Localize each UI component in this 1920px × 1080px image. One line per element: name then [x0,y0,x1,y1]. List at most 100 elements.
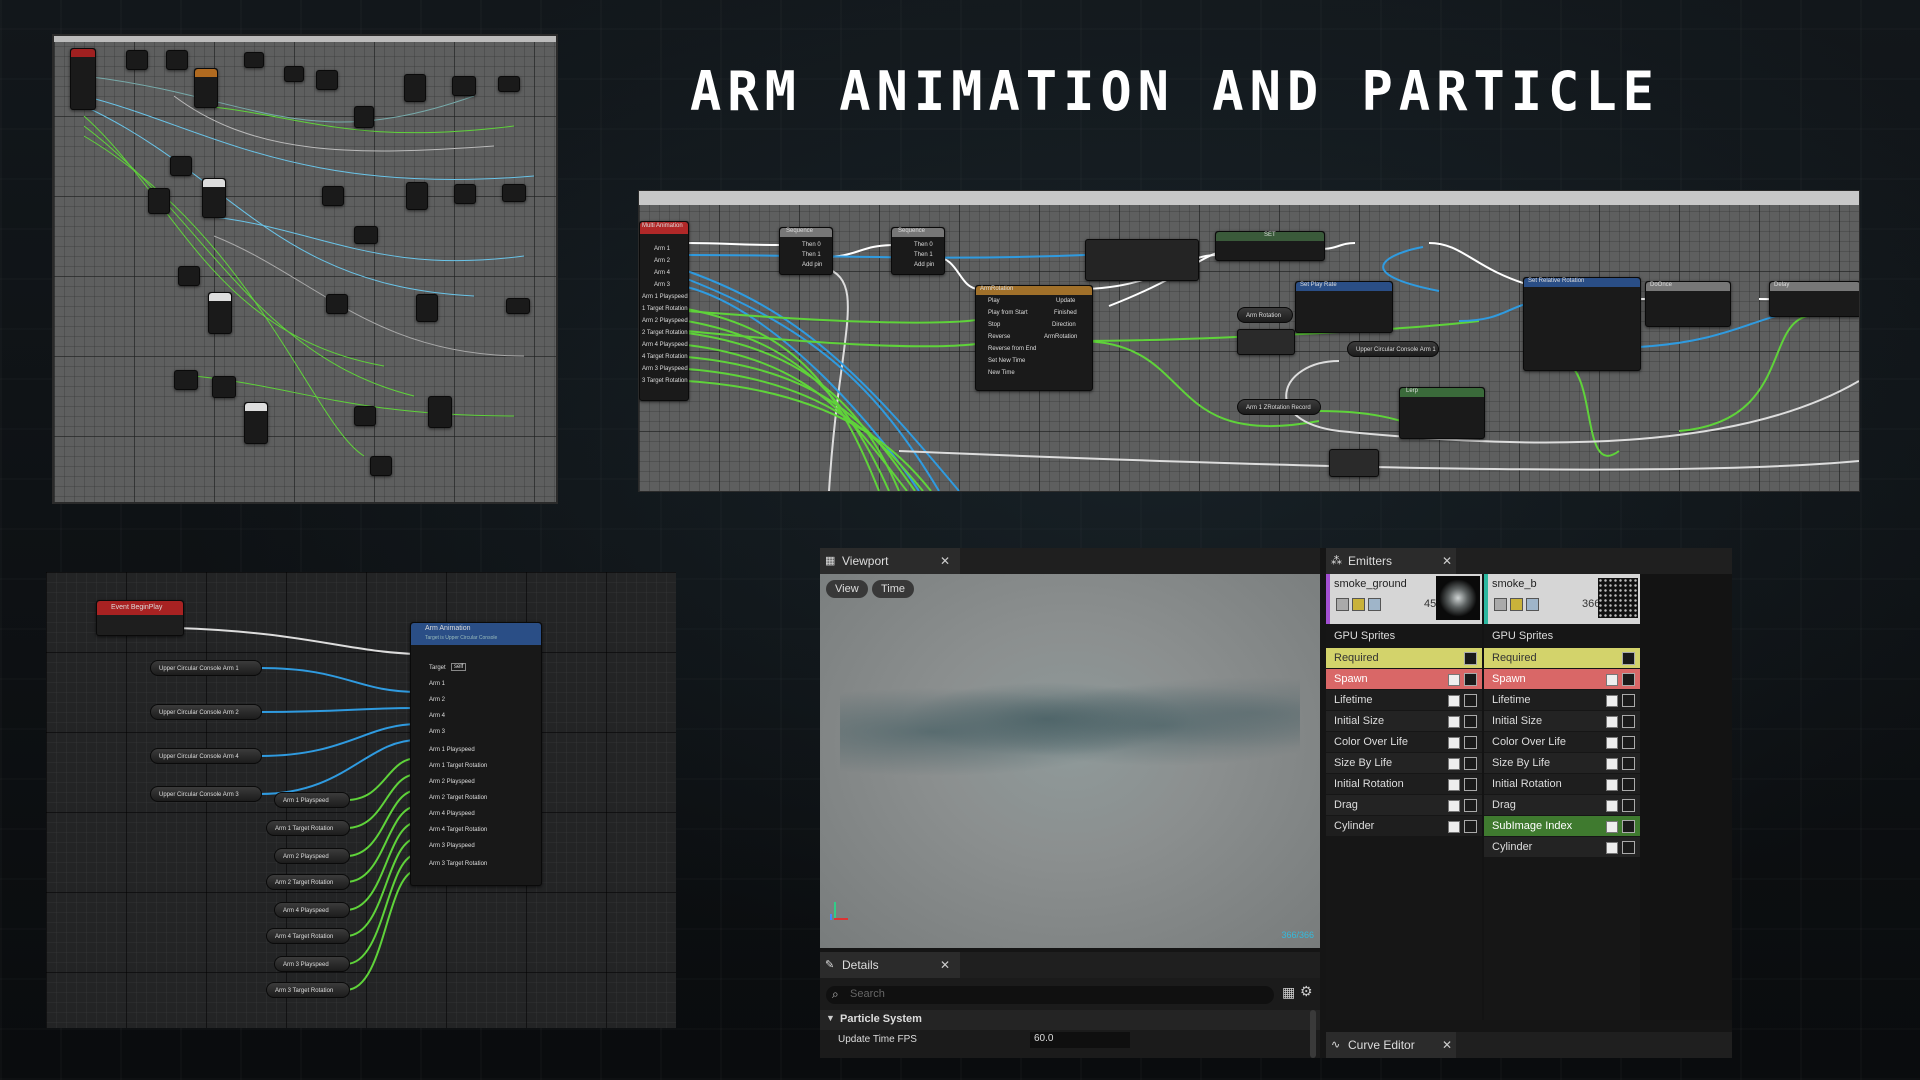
graph-icon[interactable] [1464,799,1477,812]
enable-checkbox[interactable] [1606,779,1618,791]
module-row[interactable]: Drag [1484,795,1640,815]
search-input[interactable]: ⌕ Search [826,986,1274,1004]
module-row[interactable]: Color Over Life [1484,732,1640,752]
graph-icon[interactable] [1464,736,1477,749]
overview-node[interactable] [506,298,530,314]
overview-node[interactable] [174,370,198,390]
module-row[interactable]: Required [1484,648,1640,668]
float-var[interactable]: Arm 4 Playspeed [274,902,350,918]
module-row[interactable]: Size By Life [1326,753,1482,773]
close-icon[interactable]: ✕ [1442,1032,1452,1058]
add-node[interactable] [1329,449,1379,477]
overview-node[interactable] [354,226,378,244]
object-var-arm3[interactable]: Upper Circular Console Arm 3 [150,786,262,802]
overview-node[interactable] [208,292,232,334]
float-var[interactable]: Arm 2 Target Rotation [266,874,350,890]
lerp-node[interactable]: Lerp [1399,387,1485,439]
module-row[interactable]: Drag [1326,795,1482,815]
enable-checkbox[interactable] [1448,758,1460,770]
gpu-icon[interactable] [1526,598,1539,611]
sequence-node[interactable]: Sequence Then 0 Then 1 Add pin [891,227,945,275]
overview-node[interactable] [126,50,148,70]
delay-node[interactable]: Delay [1769,281,1859,317]
float-var[interactable]: Arm 1 Playspeed [274,792,350,808]
graph-icon[interactable] [1622,673,1635,686]
overview-node[interactable] [454,184,476,204]
enable-checkbox[interactable] [1448,779,1460,791]
module-row[interactable]: Size By Life [1484,753,1640,773]
overview-node[interactable] [170,156,192,176]
set-node[interactable]: SET [1215,231,1325,261]
timeline-node[interactable]: ArmRotation Play Play from Start Stop Re… [975,285,1093,391]
float-var[interactable]: Arm 1 Target Rotation [266,820,350,836]
grid-view-icon[interactable]: ▦ [1282,984,1295,1001]
sprite-icon[interactable] [1352,598,1365,611]
module-row[interactable]: Lifetime [1326,690,1482,710]
particle-system-section[interactable]: ▼ Particle System [820,1010,1320,1030]
close-icon[interactable]: ✕ [940,548,950,574]
float-var[interactable]: Arm 4 Target Rotation [266,928,350,944]
module-row[interactable]: Color Over Life [1326,732,1482,752]
overview-node[interactable] [244,402,268,444]
close-icon[interactable]: ✕ [1442,548,1452,574]
graph-icon[interactable] [1464,778,1477,791]
graph-icon[interactable] [1464,652,1477,665]
overview-node[interactable] [498,76,520,92]
divide-node[interactable] [1237,329,1295,355]
enable-checkbox[interactable] [1606,716,1618,728]
emitter-header[interactable]: smoke_b 366 [1484,574,1640,624]
multi-animation-node[interactable]: Multi Animation Arm 1 Arm 2 Arm 4 Arm 3 … [639,221,689,401]
graph-icon[interactable] [1622,736,1635,749]
arm-rotation-var[interactable]: Arm Rotation [1237,307,1293,323]
overview-node[interactable] [354,106,374,128]
set-relative-rotation-node[interactable]: Set Relative Rotation [1523,277,1641,371]
enable-checkbox[interactable] [1606,800,1618,812]
object-var-arm2[interactable]: Upper Circular Console Arm 2 [150,704,262,720]
set-play-rate-node[interactable]: Set Play Rate [1295,281,1393,333]
graph-icon[interactable] [1622,757,1635,770]
module-row[interactable]: Initial Rotation [1326,774,1482,794]
gpu-icon[interactable] [1368,598,1381,611]
overview-node[interactable] [178,266,200,286]
overview-node[interactable] [316,70,338,90]
arm-rot-record-var[interactable]: Arm 1 ZRotation Record [1237,399,1321,415]
emitter-name[interactable]: smoke_ground [1334,578,1407,590]
overview-node[interactable] [284,66,304,82]
module-row[interactable]: Cylinder [1484,837,1640,857]
object-var-arm1[interactable]: Upper Circular Console Arm 1 [150,660,262,676]
blueprint-overview-panel[interactable] [52,34,558,504]
graph-icon[interactable] [1622,715,1635,728]
event-beginplay-node[interactable]: Event BeginPlay [96,600,184,636]
graph-icon[interactable] [1464,673,1477,686]
graph-icon[interactable] [1622,841,1635,854]
overview-node[interactable] [212,376,236,398]
overview-node[interactable] [70,48,96,110]
emitter-name[interactable]: smoke_b [1492,578,1537,590]
view-button[interactable]: View [826,580,868,598]
overview-node[interactable] [428,396,452,428]
module-row[interactable]: Initial Rotation [1484,774,1640,794]
viewport[interactable]: View Time 366/366 [820,574,1320,948]
enable-checkbox[interactable] [1448,821,1460,833]
overview-node[interactable] [202,178,226,218]
overview-node[interactable] [166,50,188,70]
module-row[interactable]: Spawn [1326,669,1482,689]
module-row[interactable]: Required [1326,648,1482,668]
tab-emitters[interactable]: ⁂ Emitters [1326,548,1456,574]
sequence-node[interactable]: Sequence Then 0 Then 1 Add pin [779,227,833,275]
float-var[interactable]: Arm 3 Playspeed [274,956,350,972]
arm-animation-func-node[interactable]: Arm Animation Target is Upper Circular C… [410,622,542,886]
target-input[interactable]: self [451,663,467,671]
module-row[interactable]: Initial Size [1326,711,1482,731]
float-var[interactable]: Arm 2 Playspeed [274,848,350,864]
overview-node[interactable] [452,76,476,96]
graph-icon[interactable] [1464,715,1477,728]
overview-node[interactable] [502,184,526,202]
overview-node[interactable] [326,294,348,314]
overview-node[interactable] [194,68,218,108]
enable-checkbox[interactable] [1448,716,1460,728]
enable-checkbox[interactable] [1606,758,1618,770]
gear-icon[interactable]: ⚙ [1300,983,1313,1000]
graph-icon[interactable] [1464,694,1477,707]
details-scrollbar[interactable] [1310,1010,1316,1058]
